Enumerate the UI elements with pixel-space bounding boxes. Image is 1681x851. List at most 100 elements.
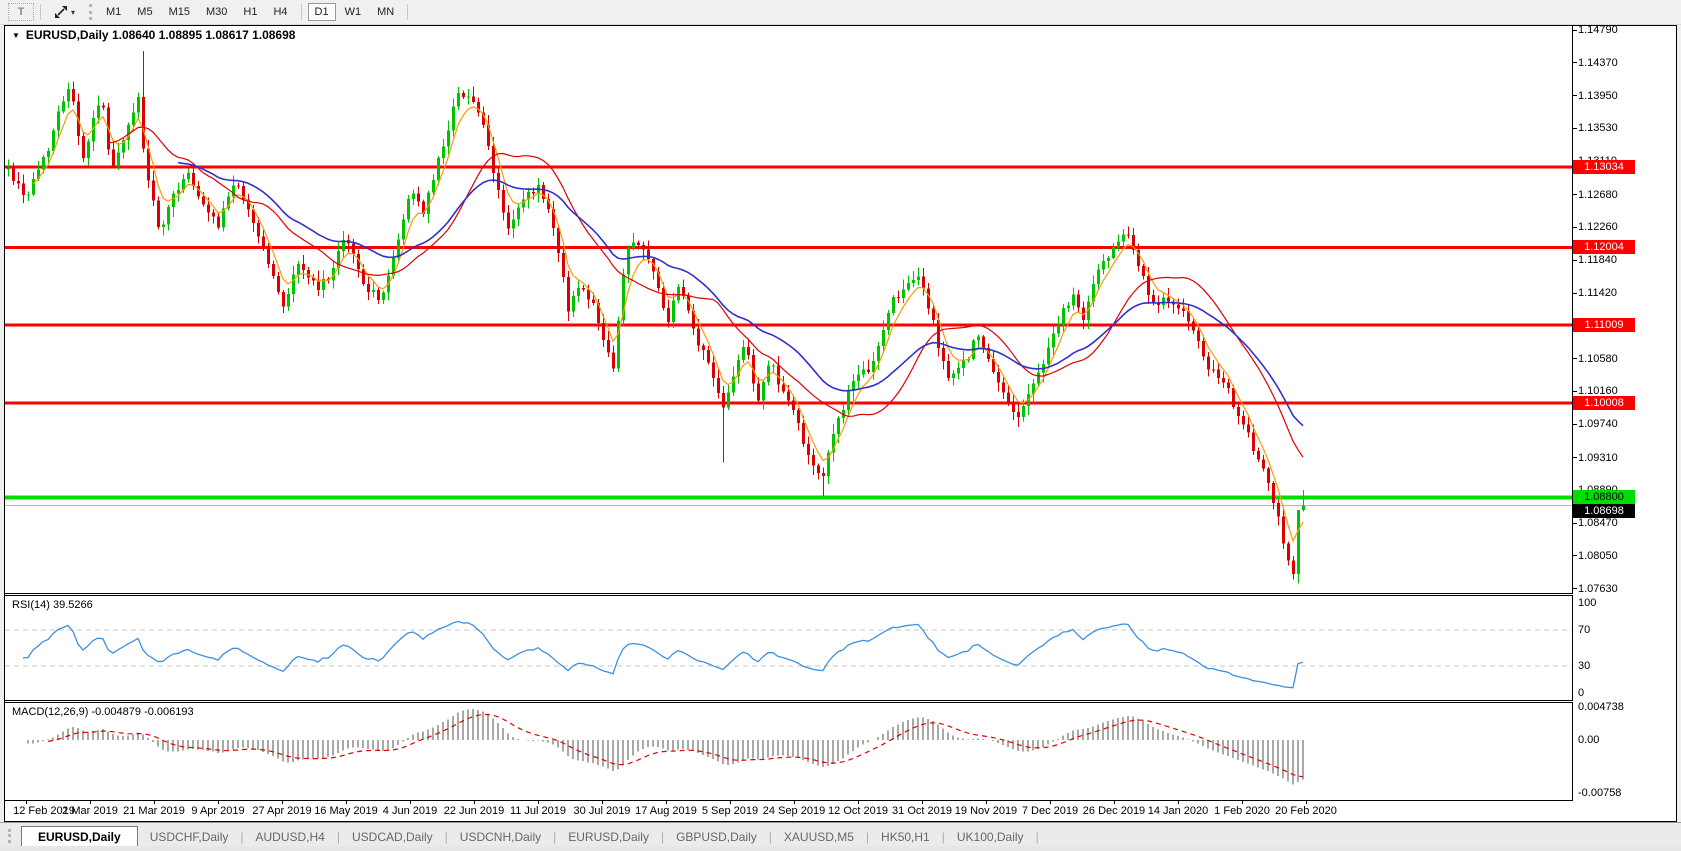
price-tick-label: 1.09740 bbox=[1578, 418, 1618, 431]
tab-hk50-h1[interactable]: HK50,H1 bbox=[869, 827, 942, 847]
tab-eurusd-daily[interactable]: EURUSD,Daily bbox=[21, 826, 138, 848]
macd-tick-label: 0.00 bbox=[1578, 734, 1600, 746]
timeframe-m30[interactable]: M30 bbox=[199, 3, 234, 21]
date-axis-tick bbox=[858, 800, 859, 804]
price-tick-label: 1.12680 bbox=[1578, 188, 1618, 201]
rsi-tick-label: 70 bbox=[1578, 624, 1591, 636]
date-axis-tick bbox=[26, 800, 27, 804]
resistance-price-badge: 1.13034 bbox=[1573, 160, 1635, 175]
price-axis-tick bbox=[1572, 358, 1577, 360]
timeframe-mn[interactable]: MN bbox=[370, 3, 401, 21]
macd-tick-label: -0.00758 bbox=[1578, 787, 1622, 799]
status-strip bbox=[0, 846, 1681, 851]
timeframe-d1[interactable]: D1 bbox=[307, 3, 336, 21]
chevron-down-icon: ▾ bbox=[71, 7, 76, 17]
price-axis-tick bbox=[1572, 522, 1577, 524]
price-chart-plot[interactable] bbox=[5, 26, 1572, 593]
price-tick-label: 1.08050 bbox=[1578, 549, 1618, 562]
price-tick-label: 1.13950 bbox=[1578, 89, 1618, 102]
price-axis-tick bbox=[1572, 259, 1577, 261]
tab-audusd-h4[interactable]: AUDUSD,H4 bbox=[244, 827, 337, 847]
timeframe-m15[interactable]: M15 bbox=[162, 3, 197, 21]
price-tick-label: 1.12260 bbox=[1578, 221, 1618, 234]
mt4-terminal-window: T ▾ M1 M5 M15 M30 H1 H4 D1 W1 MN ▼ EURUSD,Daily 1… bbox=[0, 0, 1681, 851]
macd-label: MACD(12,26,9) -0.004879 -0.006193 bbox=[12, 706, 194, 718]
date-axis-tick bbox=[1306, 800, 1307, 804]
price-axis-tick bbox=[1572, 62, 1577, 64]
date-axis-tick bbox=[154, 800, 155, 804]
toolbar-grip bbox=[89, 4, 93, 20]
price-axis-tick bbox=[1572, 29, 1577, 31]
tab-usdcad-daily[interactable]: USDCAD,Daily bbox=[340, 827, 445, 847]
date-axis-tick bbox=[1114, 800, 1115, 804]
date-axis-tick bbox=[346, 800, 347, 804]
date-axis-tick bbox=[602, 800, 603, 804]
toolbar-separator bbox=[300, 4, 302, 20]
diagonal-arrows-icon bbox=[54, 5, 68, 19]
timeframe-m5[interactable]: M5 bbox=[130, 3, 159, 21]
tab-divider: | bbox=[1035, 830, 1039, 844]
current-price-badge: 1.08698 bbox=[1573, 504, 1635, 519]
tab-gbpusd-daily[interactable]: GBPUSD,Daily bbox=[664, 827, 769, 847]
resistance-price-badge: 1.12004 bbox=[1573, 240, 1635, 255]
timeframe-group: M1 M5 M15 M30 H1 H4 D1 W1 MN bbox=[98, 3, 402, 21]
timeframe-h1[interactable]: H1 bbox=[236, 3, 264, 21]
price-tick-label: 1.07630 bbox=[1578, 582, 1618, 595]
chart-tab-bar: EURUSD,Daily USDCHF,Daily | AUDUSD,H4 | USDCA… bbox=[0, 822, 1681, 848]
toolbar-separator bbox=[40, 4, 41, 20]
support-price-badge: 1.08800 bbox=[1573, 490, 1635, 505]
price-axis-tick bbox=[1572, 555, 1577, 557]
price-axis-tick bbox=[1572, 95, 1577, 97]
price-axis-tick bbox=[1572, 292, 1577, 294]
macd-plot[interactable] bbox=[5, 703, 1572, 800]
tab-xauusd-m5[interactable]: XAUUSD,M5 bbox=[772, 827, 866, 847]
date-axis-tick bbox=[730, 800, 731, 804]
price-axis-tick bbox=[1572, 457, 1577, 459]
date-axis-tick bbox=[218, 800, 219, 804]
price-axis-tick bbox=[1572, 226, 1577, 228]
toolbar: T ▾ M1 M5 M15 M30 H1 H4 D1 W1 MN bbox=[0, 0, 1681, 25]
text-tool-button[interactable]: T bbox=[8, 3, 34, 21]
price-axis-tick bbox=[1572, 588, 1577, 590]
tab-eurusd-daily[interactable]: EURUSD,Daily bbox=[556, 827, 661, 847]
date-axis-tick bbox=[794, 800, 795, 804]
timeframe-w1[interactable]: W1 bbox=[338, 3, 369, 21]
date-axis-tick bbox=[986, 800, 987, 804]
arrange-windows-button[interactable]: ▾ bbox=[47, 3, 82, 21]
price-tick-label: 1.11840 bbox=[1578, 254, 1617, 267]
tabbar-grip bbox=[8, 829, 11, 843]
date-axis-tick bbox=[666, 800, 667, 804]
rsi-tick-label: 30 bbox=[1578, 660, 1591, 672]
price-axis-tick bbox=[1572, 423, 1577, 425]
price-axis-tick bbox=[1572, 194, 1577, 196]
date-axis-tick bbox=[922, 800, 923, 804]
rsi-label: RSI(14) 39.5266 bbox=[12, 599, 93, 611]
price-tick-label: 1.14370 bbox=[1578, 56, 1618, 69]
date-axis-tick bbox=[90, 800, 91, 804]
price-axis-tick bbox=[1572, 390, 1577, 392]
date-axis-tick bbox=[1242, 800, 1243, 804]
rsi-tick-label: 0 bbox=[1578, 687, 1585, 699]
collapse-triangle-icon[interactable]: ▼ bbox=[12, 31, 20, 40]
tab-usdchf-daily[interactable]: USDCHF,Daily bbox=[138, 827, 241, 847]
date-label: 20 Feb 2020 bbox=[1275, 805, 1337, 817]
date-axis-tick bbox=[538, 800, 539, 804]
price-tick-label: 1.10580 bbox=[1578, 352, 1618, 365]
tab-uk100-daily[interactable]: UK100,Daily bbox=[945, 827, 1036, 847]
date-axis-tick bbox=[1050, 800, 1051, 804]
price-tick-label: 1.14790 bbox=[1578, 24, 1618, 37]
tab-usdcnh-daily[interactable]: USDCNH,Daily bbox=[448, 827, 553, 847]
macd-tick-label: 0.004738 bbox=[1578, 701, 1624, 713]
timeframe-h4[interactable]: H4 bbox=[266, 3, 294, 21]
resistance-price-badge: 1.11009 bbox=[1573, 318, 1635, 333]
toolbar-separator bbox=[407, 4, 409, 20]
rsi-plot[interactable] bbox=[5, 596, 1572, 700]
resistance-price-badge: 1.10008 bbox=[1573, 396, 1635, 411]
date-axis-tick bbox=[474, 800, 475, 804]
timeframe-m1[interactable]: M1 bbox=[99, 3, 128, 21]
date-axis-tick bbox=[282, 800, 283, 804]
price-tick-label: 1.13530 bbox=[1578, 122, 1618, 135]
chart-title: ▼ EURUSD,Daily 1.08640 1.08895 1.08617 1.… bbox=[12, 28, 296, 42]
price-axis-tick bbox=[1572, 127, 1577, 129]
price-tick-label: 1.09310 bbox=[1578, 451, 1618, 464]
